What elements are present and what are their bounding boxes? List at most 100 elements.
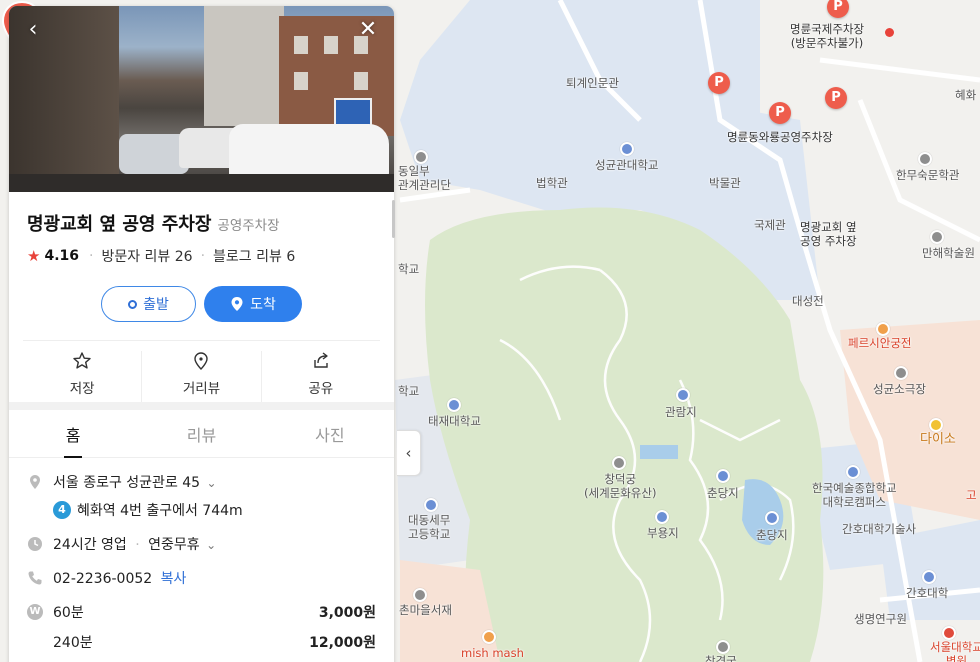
- map-label[interactable]: 한무숙문학관: [896, 168, 959, 182]
- map-label[interactable]: 대동세무 고등학교: [408, 513, 450, 541]
- clock-icon: [28, 537, 42, 551]
- close-button[interactable]: ✕: [356, 18, 380, 42]
- university-icon: [620, 142, 634, 156]
- phone-number[interactable]: 02-2236-0052: [53, 571, 152, 587]
- map-label[interactable]: 성균관대학교: [595, 158, 658, 172]
- map-label[interactable]: 박물관: [709, 176, 741, 190]
- save-button[interactable]: 저장: [23, 351, 143, 402]
- copy-phone-button[interactable]: 복사: [161, 571, 187, 587]
- star-icon: [73, 352, 91, 369]
- parking-marker[interactable]: P: [769, 102, 791, 124]
- map-label-text: 명광교회 옆: [800, 220, 857, 234]
- museum-icon: [918, 152, 932, 166]
- chevron-down-icon[interactable]: ⌄: [206, 538, 216, 552]
- price-duration: 240분: [53, 635, 93, 651]
- photo-building: [204, 6, 284, 126]
- place-photo[interactable]: ‹ ✕: [9, 6, 394, 192]
- arrive-button[interactable]: 도착: [204, 286, 302, 322]
- map-label[interactable]: 부용지: [647, 526, 679, 540]
- map-label-text: (세계문화유산): [584, 486, 657, 500]
- streetview-label: 거리뷰: [182, 381, 221, 397]
- map-label[interactable]: 고: [966, 488, 977, 502]
- map-label[interactable]: 퇴계인문관: [566, 76, 619, 90]
- map-label[interactable]: 명륜동와룡공영주차장: [727, 130, 833, 144]
- price-duration: 60분: [53, 605, 84, 621]
- map-label[interactable]: 태재대학교: [428, 414, 481, 428]
- map-label[interactable]: 학교: [398, 262, 419, 276]
- map-label[interactable]: 국제관: [754, 218, 786, 232]
- star-rating-icon: ★: [27, 247, 41, 265]
- map-label[interactable]: 성균소극장: [873, 382, 926, 396]
- place-title: 명광교회 옆 공영 주차장: [27, 214, 212, 235]
- library-icon: [413, 588, 427, 602]
- map-label[interactable]: 춘당지: [756, 528, 788, 542]
- palace-icon: [612, 456, 626, 470]
- landmark-icon: [716, 469, 730, 483]
- map-label[interactable]: 학교: [398, 384, 419, 398]
- landmark-icon: [676, 388, 690, 402]
- hospital-icon: [942, 626, 956, 640]
- chevron-left-icon: ‹: [405, 444, 412, 462]
- university-icon: [447, 398, 461, 412]
- visitor-reviews-link[interactable]: 방문자 리뷰 26: [101, 246, 192, 266]
- photo-window: [294, 72, 308, 90]
- map-label[interactable]: 동일부 관계관리단: [398, 164, 451, 192]
- hours-row[interactable]: 24시간 영업 · 연중무휴 ⌄: [27, 534, 376, 554]
- map-label[interactable]: 다이소: [920, 433, 956, 447]
- map-label[interactable]: 명륜국제주차장 (방문주차불가): [790, 22, 864, 50]
- theater-icon: [894, 366, 908, 380]
- phone-row: 02-2236-0052 복사: [27, 568, 376, 588]
- depart-button[interactable]: 출발: [101, 286, 196, 322]
- back-button[interactable]: ‹: [21, 18, 45, 42]
- tab-home[interactable]: 홈: [9, 410, 137, 458]
- streetview-button[interactable]: 거리뷰: [142, 351, 262, 402]
- map-label[interactable]: 혜화: [955, 88, 976, 102]
- location-pin-icon: [194, 352, 209, 370]
- map-label[interactable]: 대성전: [792, 294, 824, 308]
- map-label[interactable]: 창덕궁 (세계문화유산): [584, 472, 656, 500]
- map-label[interactable]: 촌마을서재: [399, 603, 452, 617]
- map-label-selected[interactable]: 명광교회 옆 공영 주차장: [800, 220, 857, 248]
- price-amount: 12,000원: [309, 635, 376, 651]
- map-label[interactable]: 페르시안궁전: [848, 336, 911, 350]
- map-label[interactable]: 간호대학: [906, 586, 948, 600]
- collapse-panel-button[interactable]: ‹: [397, 430, 421, 476]
- price-amount: 3,000원: [318, 605, 376, 621]
- parking-marker[interactable]: P: [825, 87, 847, 109]
- map-label[interactable]: 만해학술원: [922, 246, 975, 260]
- map-label[interactable]: mish mash: [461, 646, 524, 660]
- palace-icon: [716, 640, 730, 654]
- store-icon: [929, 418, 943, 432]
- map-label[interactable]: 생명연구원: [854, 612, 907, 626]
- map-label[interactable]: 관람지: [665, 405, 697, 419]
- tab-reviews[interactable]: 리뷰: [137, 410, 265, 457]
- landmark-icon: [655, 510, 669, 524]
- map-label[interactable]: 법학관: [536, 176, 568, 190]
- address-text: 서울 종로구 성균관로 45: [53, 475, 201, 491]
- won-icon: W: [27, 604, 43, 620]
- map-label[interactable]: 간호대학기술사: [842, 522, 916, 536]
- tab-photos[interactable]: 사진: [266, 410, 394, 457]
- photo-car: [229, 124, 389, 179]
- subway-line-badge: 4: [53, 501, 71, 519]
- map-label-text: 창덕궁: [604, 472, 637, 486]
- rating-value: 4.16: [44, 248, 79, 264]
- panel-scrollbar[interactable]: [392, 200, 395, 238]
- map-label-text: 동일부: [398, 164, 430, 178]
- photo-window: [354, 72, 368, 90]
- map-label[interactable]: 춘당지: [707, 486, 739, 500]
- save-label: 저장: [69, 381, 95, 397]
- parking-marker[interactable]: P: [708, 72, 730, 94]
- user-marker: [885, 28, 894, 37]
- map-label[interactable]: 창경궁: [705, 654, 737, 662]
- hours-text: 24시간 영업: [53, 537, 127, 553]
- action-bar: 저장 거리뷰 공유: [23, 340, 380, 402]
- share-button[interactable]: 공유: [262, 351, 380, 402]
- building-icon: [930, 230, 944, 244]
- chevron-down-icon[interactable]: ⌄: [207, 476, 217, 490]
- blog-reviews-link[interactable]: 블로그 리뷰 6: [213, 246, 295, 266]
- map-label[interactable]: 한국예술종합학교 대학로캠퍼스: [812, 481, 897, 509]
- map-label[interactable]: 서울대학교 병원: [930, 640, 980, 662]
- origin-dot-icon: [128, 299, 138, 309]
- hours-extra: 연중무휴: [148, 537, 200, 553]
